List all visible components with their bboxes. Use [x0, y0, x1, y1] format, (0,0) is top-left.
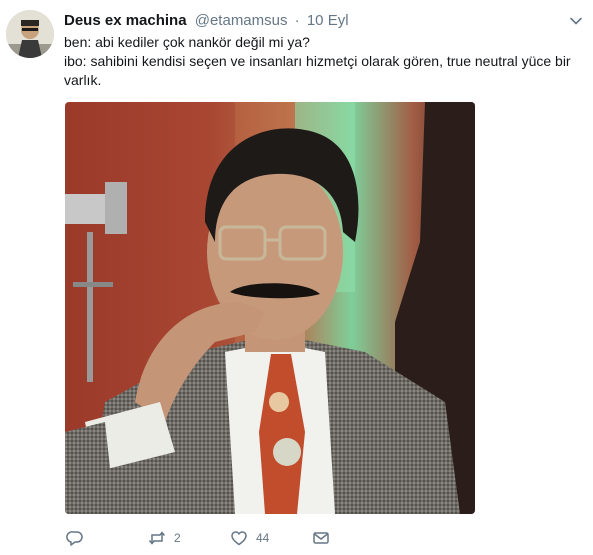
like-icon [231, 531, 247, 546]
direct-message-icon [313, 532, 329, 544]
like-count: 44 [256, 531, 270, 545]
reply-button[interactable] [66, 526, 84, 550]
chevron-down-icon[interactable] [569, 14, 583, 28]
retweet-button[interactable]: 2 [148, 526, 181, 550]
author-name[interactable]: Deus ex machina [64, 12, 187, 29]
tweet-text-line: ben: abi kediler çok nankör değil mi ya? [64, 34, 310, 50]
tweet-actions: 2 44 [64, 526, 484, 550]
tweet-text-line: ibo: sahibini kendisi seçen ve insanları… [64, 53, 571, 69]
author-handle[interactable]: @etamamsus [195, 12, 288, 29]
direct-message-button[interactable] [312, 526, 330, 550]
tweet: Deus ex machina @etamamsus · 10 Eyl ben:… [0, 0, 593, 555]
separator: · [294, 12, 300, 29]
like-button[interactable]: 44 [230, 526, 269, 550]
tweet-text-line: varlık. [64, 72, 102, 88]
tweet-time[interactable]: 10 Eyl [307, 12, 349, 29]
retweet-count: 2 [174, 531, 181, 545]
tweet-photo[interactable] [65, 102, 475, 514]
tweet-header: Deus ex machina @etamamsus · 10 Eyl [64, 11, 583, 31]
avatar[interactable] [6, 10, 54, 58]
tweet-text: ben: abi kediler çok nankör değil mi ya?… [64, 33, 586, 90]
reply-icon [66, 531, 83, 546]
retweet-icon [148, 531, 166, 545]
